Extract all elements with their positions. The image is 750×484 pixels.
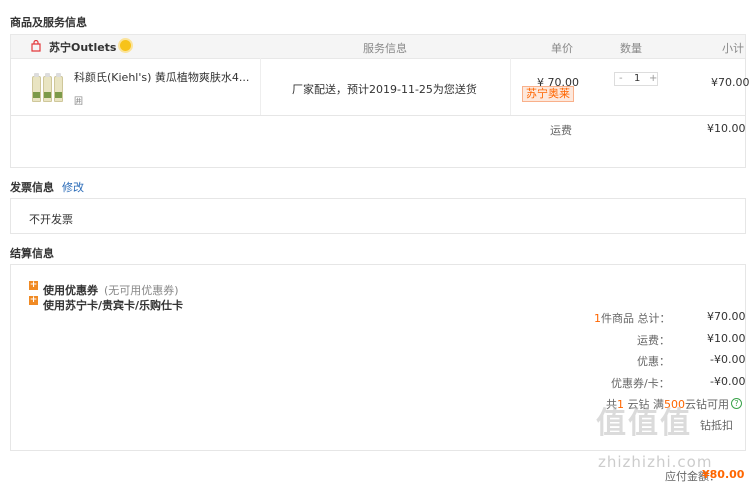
summary-coupon-card-label: 优惠券/卡：	[611, 377, 670, 390]
item-count-suffix: 件商品 总计：	[601, 312, 671, 325]
summary-discount-label: 优惠：	[637, 355, 670, 368]
delivery-info: 厂家配送，预计2019-11-25为您送货	[292, 83, 477, 96]
item-subtotal: ¥70.00	[711, 76, 750, 89]
use-card-toggle[interactable]: 使用苏宁卡/贵宾卡/乐购仕卡	[43, 297, 183, 313]
quantity-value[interactable]: 1	[634, 73, 640, 85]
invoice-box	[10, 198, 746, 234]
summary-coupon-card: -¥0.00	[710, 375, 746, 388]
shop-badge-icon	[120, 40, 131, 51]
shop-icon	[31, 40, 41, 52]
item-count: 1	[594, 312, 601, 325]
shipping-row	[10, 115, 746, 168]
product-thumbnail[interactable]	[30, 72, 66, 104]
invoice-section-title: 发票信息	[10, 181, 54, 194]
coupon-note: (无可用优惠券)	[104, 284, 179, 297]
item-count-line: 1件商品 总计：	[594, 310, 671, 326]
invoice-edit-link[interactable]: 修改	[62, 179, 84, 195]
invoice-value: 不开发票	[29, 213, 73, 226]
expand-card-icon[interactable]: +	[29, 296, 38, 305]
column-qty: 数量	[620, 42, 642, 55]
settlement-section-title: 结算信息	[10, 247, 54, 260]
column-price: 单价	[551, 42, 573, 55]
expand-coupon-icon[interactable]: +	[29, 281, 38, 290]
help-icon[interactable]: ?	[731, 398, 742, 409]
summary-shipping-label: 运费：	[637, 334, 670, 347]
use-coupon-toggle[interactable]: 使用优惠券	[43, 282, 98, 298]
column-subtotal: 小计	[722, 42, 744, 55]
quantity-minus-button[interactable]: -	[619, 73, 623, 85]
summary-shipping: ¥10.00	[707, 332, 746, 345]
summary-total: ¥70.00	[707, 310, 746, 323]
product-spec-icon: 囲	[74, 97, 84, 107]
quantity-plus-button[interactable]: +	[649, 73, 657, 85]
divider	[260, 58, 261, 115]
watermark-logo: 值值值	[596, 406, 692, 441]
product-name-link[interactable]: 科颜氏(Kiehl's) 黄瓜植物爽肤水4...	[74, 69, 249, 85]
watermark-url: zhizhizhi.com	[598, 453, 713, 471]
goods-section-title: 商品及服务信息	[10, 16, 87, 29]
quantity-stepper: - 1 +	[614, 72, 658, 86]
shipping-value: ¥10.00	[707, 122, 746, 135]
cloud-partial-text: 钻抵扣	[700, 419, 733, 432]
summary-discount: -¥0.00	[710, 353, 746, 366]
column-service: 服务信息	[363, 42, 407, 55]
shop-name-link[interactable]: 苏宁Outlets	[49, 39, 116, 55]
divider	[510, 58, 511, 115]
shipping-label: 运费	[550, 124, 572, 137]
outlets-tag: 苏宁奥莱	[522, 86, 574, 102]
